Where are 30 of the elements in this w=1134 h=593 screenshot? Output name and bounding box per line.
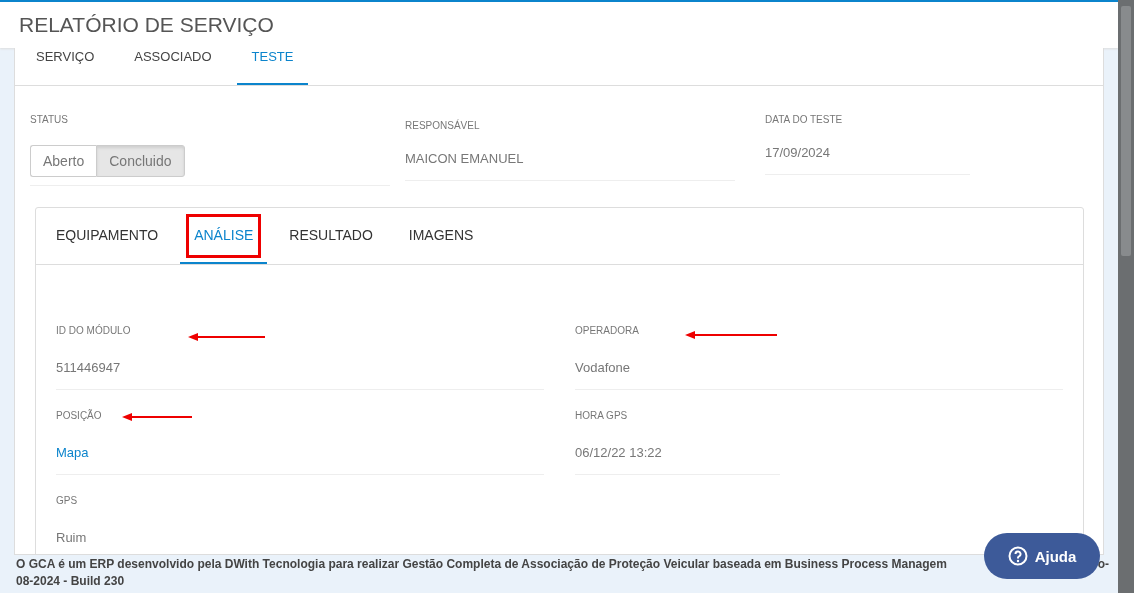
field-value: Ruim bbox=[56, 530, 544, 554]
field-value: 06/12/22 13:22 bbox=[575, 445, 780, 475]
field-label: POSIÇÃO bbox=[56, 410, 102, 421]
status-toggle[interactable]: Concluido bbox=[96, 145, 185, 177]
tab[interactable]: ASSOCIADO bbox=[119, 48, 227, 85]
field-label: RESPONSÁVEL bbox=[405, 120, 481, 131]
footer-text: O GCA é um ERP desenvolvido pela DWith Tecnologia para realizar Gestão Completa de Associação de Proteção Veicular baseada em Business Process Managem bbox=[16, 556, 947, 573]
field-value: Vodafone bbox=[575, 360, 1063, 390]
help-icon bbox=[1007, 546, 1028, 566]
footer-text: o- bbox=[1097, 556, 1109, 573]
field-label: DATA DO TESTE bbox=[765, 114, 844, 125]
map-link[interactable]: Mapa bbox=[56, 445, 544, 475]
field-value: MAICON EMANUEL bbox=[405, 151, 735, 181]
field-value: 511446947 bbox=[56, 360, 544, 390]
tab[interactable]: SERVIÇO bbox=[21, 48, 110, 85]
tab[interactable]: RESULTADO bbox=[275, 208, 387, 264]
page-title: RELATÓRIO DE SERVIÇO bbox=[19, 13, 274, 37]
footer-text: 08-2024 - Build 230 bbox=[16, 574, 125, 588]
tab[interactable]: EQUIPAMENTO bbox=[42, 208, 173, 264]
field-label: HORA GPS bbox=[575, 410, 628, 421]
status-toggle[interactable]: Aberto bbox=[30, 145, 97, 177]
tab[interactable]: TESTE bbox=[236, 48, 309, 85]
field-label: ID DO MÓDULO bbox=[56, 325, 131, 336]
field-label: STATUS bbox=[30, 114, 69, 125]
tab[interactable]: ANÁLISE bbox=[180, 208, 268, 264]
scrollbar[interactable] bbox=[1118, 0, 1134, 593]
field-label: GPS bbox=[56, 495, 78, 506]
tab[interactable]: IMAGENS bbox=[394, 208, 488, 264]
field-value: 17/09/2024 bbox=[765, 145, 970, 175]
field-label: OPERADORA bbox=[575, 325, 639, 336]
